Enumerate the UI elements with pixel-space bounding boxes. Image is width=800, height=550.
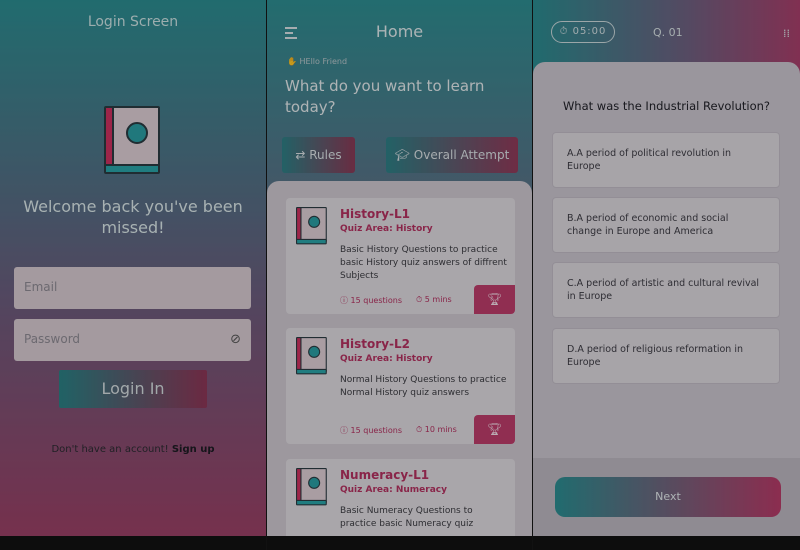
home-title: Home — [375, 22, 424, 41]
quiz-card[interactable]: History-L2 Quiz Area: History Normal His… — [286, 328, 515, 444]
help-circle-icon: ⓘ — [340, 296, 348, 305]
quiz-desc: Normal History Questions to practice Nor… — [340, 375, 507, 398]
book-logo-icon — [104, 106, 160, 180]
wave-icon: ✋ — [287, 57, 297, 66]
rules-label: Rules — [309, 148, 342, 162]
option-c[interactable]: C.A period of artistic and cultural revi… — [552, 262, 780, 318]
no-account-text: Don't have an account! — [51, 444, 169, 455]
grid-icon[interactable]: ⁞⁞ — [783, 27, 790, 40]
question-count: ⓘ 15 questions — [340, 295, 402, 306]
quiz-list: History-L1 Quiz Area: History Basic Hist… — [267, 181, 532, 550]
login-button[interactable]: Login In — [59, 370, 207, 408]
eye-off-icon[interactable]: ⊘ — [230, 332, 241, 347]
quiz-area: Quiz Area: Numeracy — [340, 485, 447, 495]
home-screen: Home ✋ HEllo Friend What do you want to … — [267, 0, 532, 550]
quiz-duration-text: 5 mins — [424, 295, 452, 304]
rules-button[interactable]: ⇄ Rules — [282, 137, 355, 173]
quiz-title: Numeracy-L1 — [340, 468, 430, 482]
stopwatch-icon: ⏱︎ — [559, 26, 569, 37]
graduation-cap-icon: 🎓︎ — [394, 148, 410, 162]
stopwatch-icon: ⏱︎ — [416, 295, 423, 304]
option-d[interactable]: D.A period of religious reformation in E… — [552, 328, 780, 384]
quiz-duration-text: 10 mins — [424, 425, 457, 434]
system-nav-bar — [0, 536, 266, 550]
greeting-text: HEllo Friend — [299, 57, 348, 66]
next-button[interactable]: Next — [555, 477, 781, 517]
trophy-icon[interactable]: 🏆︎ — [474, 285, 515, 314]
rules-icon: ⇄ — [295, 148, 306, 162]
option-b[interactable]: B.A period of economic and social change… — [552, 197, 780, 253]
welcome-text: Welcome back you've been missed! — [23, 197, 243, 237]
system-nav-bar — [267, 536, 532, 550]
quiz-area: Quiz Area: History — [340, 354, 433, 364]
quiz-duration: ⏱︎ 10 mins — [416, 425, 457, 435]
quiz-area: Quiz Area: History — [340, 224, 433, 234]
help-circle-icon: ⓘ — [340, 426, 348, 435]
email-field[interactable]: Email — [14, 267, 251, 309]
quiz-screen: ⏱︎ 05:00 Q. 01 ⁞⁞ What was the Industria… — [533, 0, 800, 550]
book-icon — [296, 337, 327, 378]
login-screen: Login Screen Welcome back you've been mi… — [0, 0, 266, 550]
email-placeholder: Email — [24, 280, 58, 294]
quiz-card[interactable]: History-L1 Quiz Area: History Basic Hist… — [286, 198, 515, 314]
system-nav-bar — [533, 536, 800, 550]
question-count-text: 15 questions — [350, 296, 402, 305]
book-icon — [296, 207, 327, 248]
password-placeholder: Password — [24, 332, 81, 346]
option-a[interactable]: A.A period of political revolution in Eu… — [552, 132, 780, 188]
question-count-text: 15 questions — [350, 426, 402, 435]
stopwatch-icon: ⏱︎ — [416, 425, 423, 434]
quiz-desc: Basic Numeracy Questions to practice bas… — [340, 506, 474, 529]
question-count: ⓘ 15 questions — [340, 425, 402, 436]
password-field[interactable]: Password ⊘ — [14, 319, 251, 361]
quiz-title: History-L1 — [340, 207, 410, 221]
question-text: What was the Industrial Revolution? — [562, 99, 771, 113]
quiz-title: History-L2 — [340, 337, 410, 351]
signup-row: Don't have an account! Sign up — [0, 444, 266, 455]
overall-attempt-button[interactable]: 🎓︎ Overall Attempt — [386, 137, 518, 173]
timer: ⏱︎ 05:00 — [551, 21, 615, 43]
overall-label: Overall Attempt — [413, 148, 510, 162]
quiz-duration: ⏱︎ 5 mins — [416, 295, 452, 305]
trophy-icon[interactable]: 🏆︎ — [474, 415, 515, 444]
signup-link[interactable]: Sign up — [172, 444, 215, 455]
timer-value: 05:00 — [572, 26, 607, 37]
greeting: ✋ HEllo Friend — [287, 57, 347, 66]
quiz-desc: Basic History Questions to practice basi… — [340, 245, 507, 281]
question-number: Q. 01 — [653, 26, 683, 39]
book-icon — [296, 468, 327, 509]
login-screen-title: Login Screen — [87, 14, 179, 30]
learn-question: What do you want to learn today? — [285, 77, 485, 116]
